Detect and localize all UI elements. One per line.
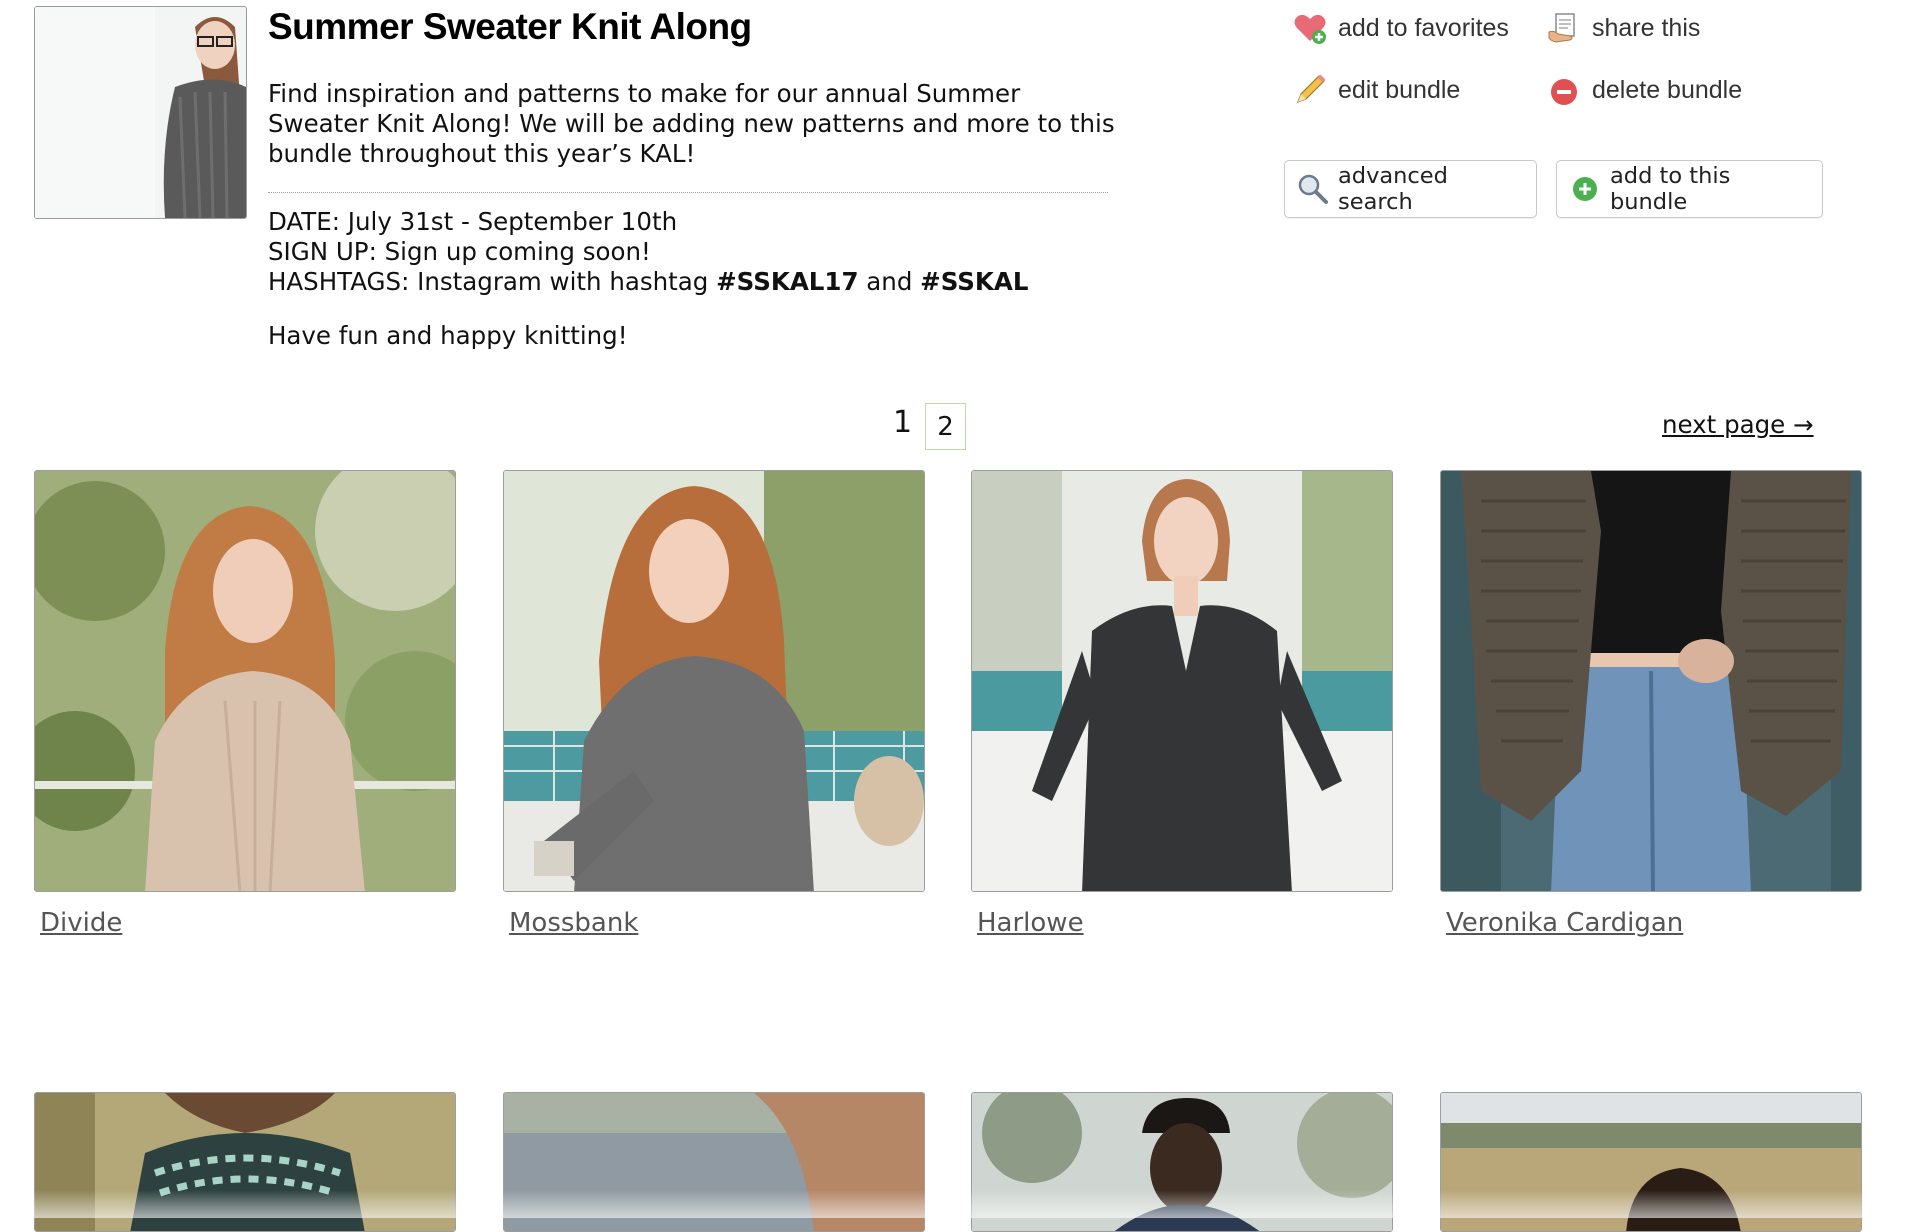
pattern-image-harlowe[interactable] [971,470,1393,892]
share-icon [1546,10,1582,46]
add-circle-icon [1569,173,1601,205]
pattern-image-veronika-cardigan[interactable] [1440,470,1862,892]
next-page-link[interactable]: next page → [1662,410,1814,439]
bundle-details: DATE: July 31st - September 10th SIGN UP… [268,207,1028,297]
signup-line: SIGN UP: Sign up coming soon! [268,237,651,266]
pattern-link-mossbank[interactable]: Mossbank [509,908,638,938]
hashtags-prefix: HASHTAGS: Instagram with hashtag [268,267,717,296]
delete-icon [1546,72,1582,108]
pattern-image-mossbank[interactable] [503,470,925,892]
magnifier-icon [1297,173,1329,205]
hashtag-sskal17: #SSKAL17 [716,267,859,296]
delete-bundle-link[interactable]: delete bundle [1546,72,1742,108]
heart-plus-icon [1292,10,1328,46]
advanced-search-label: advanced search [1338,163,1448,215]
pattern-link-veronika-cardigan[interactable]: Veronika Cardigan [1446,908,1683,938]
share-this-link[interactable]: share this [1546,10,1700,46]
bundle-description: Find inspiration and patterns to make fo… [268,79,1115,168]
add-to-favorites-label: add to favorites [1338,13,1509,42]
divider [268,192,1108,193]
edit-bundle-label: edit bundle [1338,75,1461,104]
add-to-favorites-link[interactable]: add to favorites [1292,10,1509,46]
edit-bundle-link[interactable]: edit bundle [1292,72,1460,108]
closing-text: Have fun and happy knitting! [268,321,628,350]
hashtag-sskal: #SSKAL [920,267,1029,296]
advanced-search-button[interactable]: advanced search [1284,160,1537,218]
pattern-link-divide[interactable]: Divide [40,908,122,938]
add-to-this-bundle-label: add to this bundle [1610,163,1731,215]
pattern-image-divide[interactable] [34,470,456,892]
viewport-fade [0,1190,1906,1218]
bundle-title: Summer Sweater Knit Along [268,6,752,47]
pattern-link-harlowe[interactable]: Harlowe [977,908,1084,938]
hashtags-and: and [858,267,921,296]
hashtags-line: HASHTAGS: Instagram with hashtag #SSKAL1… [268,267,1028,297]
date-line: DATE: July 31st - September 10th [268,207,678,236]
page-2-link[interactable]: 2 [925,403,966,450]
add-to-this-bundle-button[interactable]: add to this bundle [1556,160,1823,218]
bundle-thumbnail [34,6,247,219]
delete-bundle-label: delete bundle [1592,75,1743,104]
share-this-label: share this [1592,13,1701,42]
pencil-icon [1292,72,1328,108]
current-page: 1 [893,405,913,440]
